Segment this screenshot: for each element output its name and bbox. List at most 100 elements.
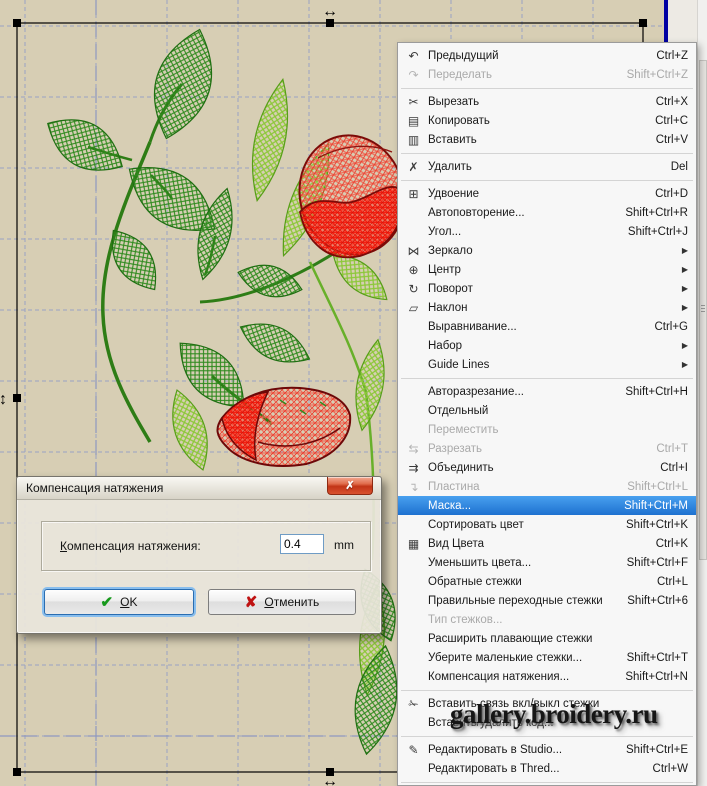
menu-item[interactable]: Правильные переходные стежки Shift+Ctrl+6	[398, 591, 696, 610]
menu-item-shortcut: Ctrl+Z	[656, 49, 688, 62]
menu-item-label: Зеркало	[428, 244, 473, 257]
menu-item-label: Тип стежков...	[428, 613, 503, 626]
menu-item[interactable]: Набор ▶	[398, 336, 696, 355]
cut-icon: ✂	[408, 94, 419, 109]
menu-item[interactable]: Guide Lines ▶	[398, 355, 696, 374]
menu-item[interactable]: ▱ Наклон ▶	[398, 298, 696, 317]
delete-icon: ✗	[408, 159, 419, 174]
close-button[interactable]: ✗	[327, 477, 373, 495]
menu-item[interactable]: Тип стежков...	[398, 610, 696, 629]
menu-item-label: Правильные переходные стежки	[428, 594, 603, 607]
menu-separator	[398, 149, 696, 157]
menu-item-label: Вставить	[428, 133, 477, 146]
menu-item[interactable]: Отдельный	[398, 401, 696, 420]
menu-separator	[398, 686, 696, 694]
menu-item[interactable]: ▦ Вид Цвета Ctrl+K	[398, 534, 696, 553]
menu-item[interactable]: Маска... Shift+Ctrl+M	[398, 496, 696, 515]
stitch-link-icon: ✁	[408, 696, 419, 711]
menu-item-shortcut: Ctrl+C	[655, 114, 688, 127]
menu-item[interactable]: Уберите маленькие стежки... Shift+Ctrl+T	[398, 648, 696, 667]
selection-handle[interactable]	[639, 19, 647, 27]
menu-item[interactable]: Угол... Shift+Ctrl+J	[398, 222, 696, 241]
tension-value-input[interactable]	[280, 534, 324, 554]
menu-item[interactable]: Обратные стежки Ctrl+L	[398, 572, 696, 591]
menu-item-label: Копировать	[428, 114, 490, 127]
menu-item-label: Компенсация натяжения...	[428, 670, 570, 683]
ok-button[interactable]: ✔ OK	[44, 589, 194, 615]
menu-item[interactable]: ↷ Переделать Shift+Ctrl+Z	[398, 65, 696, 84]
selection-handle[interactable]	[326, 19, 334, 27]
unit-label: mm	[334, 538, 354, 552]
selection-handle[interactable]	[13, 394, 21, 402]
menu-item-shortcut: Ctrl+K	[655, 537, 688, 550]
menu-item[interactable]: Автоповторение... Shift+Ctrl+R	[398, 203, 696, 222]
menu-item-shortcut: Ctrl+L	[657, 575, 688, 588]
menu-item-label: Обратные стежки	[428, 575, 522, 588]
close-icon: ✗	[345, 480, 355, 492]
paste-icon: ▥	[407, 132, 420, 147]
menu-item[interactable]: ✂ Вырезать Ctrl+X	[398, 92, 696, 111]
skew-icon: ▱	[408, 300, 419, 315]
menu-item-shortcut: Shift+Ctrl+6	[627, 594, 688, 607]
menu-separator	[398, 732, 696, 740]
scrollbar-thumb[interactable]	[699, 60, 707, 560]
menu-item[interactable]: Авторазрезание... Shift+Ctrl+H	[398, 382, 696, 401]
rotate-icon: ↻	[408, 281, 419, 296]
menu-item-shortcut: Ctrl+D	[655, 187, 688, 200]
menu-item[interactable]: ↻ Поворот ▶	[398, 279, 696, 298]
dialog-title: Компенсация натяжения	[26, 481, 164, 495]
menu-item[interactable]: ↶ Предыдущий Ctrl+Z	[398, 46, 696, 65]
menu-item[interactable]: Переместить	[398, 420, 696, 439]
center-icon: ⊕	[408, 262, 419, 277]
menu-item-label: Отдельный	[428, 404, 489, 417]
menu-item[interactable]: Сортировать цвет Shift+Ctrl+K	[398, 515, 696, 534]
menu-item-label: Выравнивание...	[428, 320, 517, 333]
menu-item[interactable]: ⇆ Разрезать Ctrl+T	[398, 439, 696, 458]
menu-item-shortcut: Shift+Ctrl+H	[625, 385, 688, 398]
menu-item[interactable]: ✗ Удалить Del	[398, 157, 696, 176]
menu-item-label: Вид Цвета	[428, 537, 485, 550]
submenu-arrow-icon: ▶	[681, 246, 688, 255]
menu-item-shortcut: Shift+Ctrl+Z	[626, 68, 688, 81]
menu-item[interactable]: Уменьшить цвета... Shift+Ctrl+F	[398, 553, 696, 572]
menu-item-label: Переделать	[428, 68, 493, 81]
menu-item-shortcut: Shift+Ctrl+K	[626, 518, 688, 531]
menu-item-shortcut: Ctrl+X	[655, 95, 688, 108]
menu-separator	[398, 176, 696, 184]
duplicate-icon: ⊞	[408, 186, 419, 201]
plate-icon: ↴	[408, 479, 419, 494]
menu-item[interactable]: ▤ Копировать Ctrl+C	[398, 111, 696, 130]
redo-icon: ↷	[408, 67, 419, 82]
tension-field-label: Компенсация натяжения:	[60, 539, 201, 553]
vertical-scrollbar[interactable]	[697, 0, 707, 786]
menu-item[interactable]: ⊞ Удвоение Ctrl+D	[398, 184, 696, 203]
menu-item[interactable]: ⊕ Центр ▶	[398, 260, 696, 279]
menu-item-label: Редактировать в Studio...	[428, 743, 563, 756]
menu-item[interactable]: Редактировать в Thred... Ctrl+W	[398, 759, 696, 778]
menu-item[interactable]: ⋈ Зеркало ▶	[398, 241, 696, 260]
menu-item-label: Расширить плавающие стежки	[428, 632, 593, 645]
site-watermark: gallery.broidery.ru	[450, 699, 658, 729]
selection-handle[interactable]	[13, 19, 21, 27]
menu-item-shortcut: Ctrl+G	[654, 320, 688, 333]
menu-item-label: Вырезать	[428, 95, 480, 108]
menu-item[interactable]: Расширить плавающие стежки	[398, 629, 696, 648]
selection-handle[interactable]	[13, 768, 21, 776]
submenu-arrow-icon: ▶	[681, 341, 688, 350]
menu-item[interactable]: ▥ Вставить Ctrl+V	[398, 130, 696, 149]
menu-item[interactable]: ↴ Пластина Shift+Ctrl+L	[398, 477, 696, 496]
menu-item[interactable]: ⇉ Объединить Ctrl+I	[398, 458, 696, 477]
cancel-button[interactable]: ✘ Отменить	[208, 589, 356, 615]
menu-item[interactable]: Выравнивание... Ctrl+G	[398, 317, 696, 336]
menu-item[interactable]: Компенсация натяжения... Shift+Ctrl+N	[398, 667, 696, 686]
h-resize-cursor-icon: ↔	[322, 773, 338, 786]
menu-item-shortcut: Shift+Ctrl+J	[627, 225, 688, 238]
x-icon: ✘	[244, 594, 258, 611]
menu-item-shortcut: Shift+Ctrl+T	[626, 651, 688, 664]
menu-item[interactable]: ✎ Редактировать в Studio... Shift+Ctrl+E	[398, 740, 696, 759]
mirror-icon: ⋈	[407, 243, 420, 258]
menu-item-label: Автоповторение...	[428, 206, 525, 219]
menu-item-label: Набор	[428, 339, 463, 352]
menu-item-shortcut: Ctrl+I	[660, 461, 688, 474]
menu-item-label: Угол...	[428, 225, 462, 238]
